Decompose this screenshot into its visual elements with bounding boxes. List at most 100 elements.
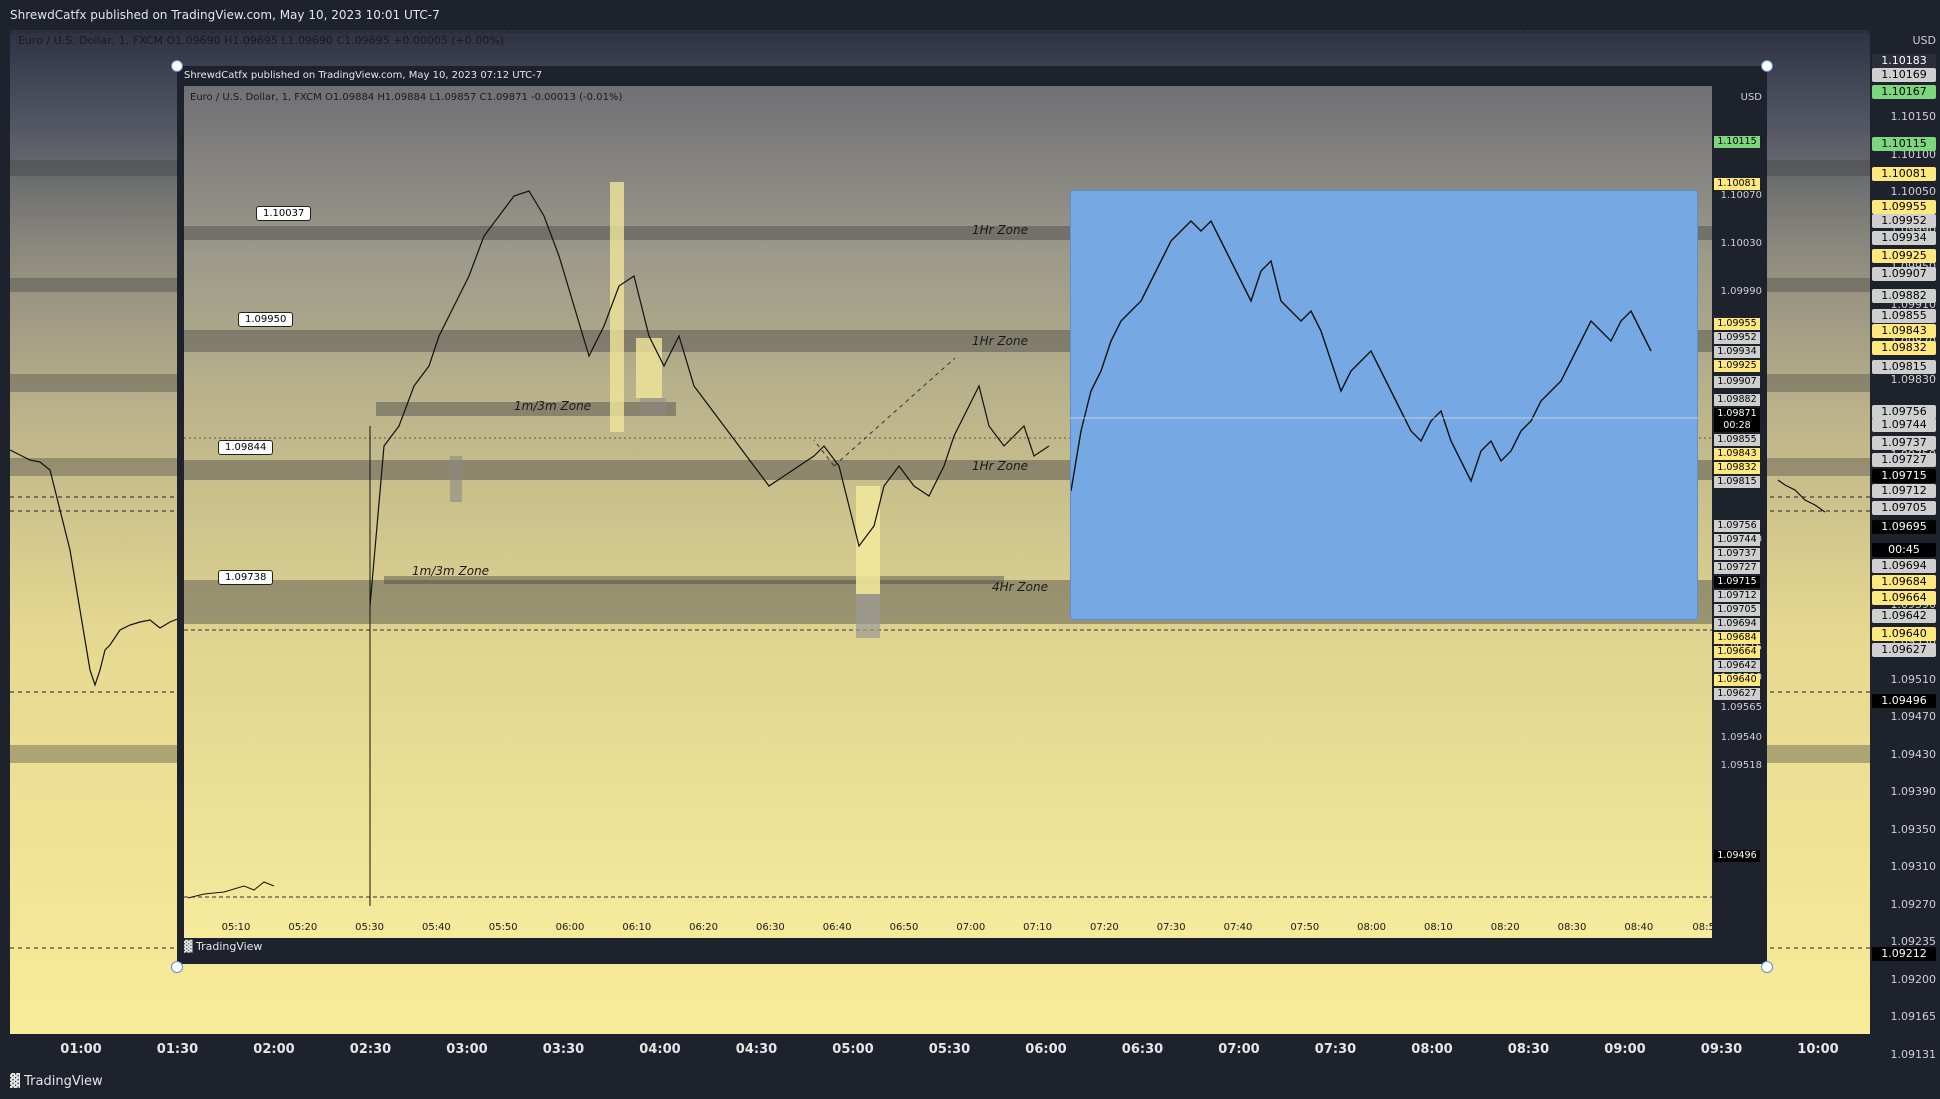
price-tag: 1.09642 <box>1872 609 1936 623</box>
projection-box[interactable] <box>1070 190 1698 620</box>
price-tag: 1.10183 <box>1872 54 1936 68</box>
snapshot-price-axis[interactable]: USD 1.100701.100301.099901.097901.096151… <box>1712 86 1766 938</box>
price-label: 1.09990 <box>1720 286 1762 297</box>
price-label: 1.09830 <box>1890 372 1937 386</box>
price-tag: 1.09212 <box>1872 947 1936 961</box>
price-tag: 1.09756 <box>1872 405 1936 419</box>
time-label: 07:10 <box>1023 922 1053 933</box>
time-label: 08:00 <box>1357 922 1387 933</box>
price-tag: 1.09695 <box>1872 520 1936 534</box>
price-tag: 1.09715 <box>1872 469 1936 483</box>
price-tag: 1.09694 <box>1714 618 1760 630</box>
price-tag: 1.09712 <box>1714 590 1760 602</box>
price-tag: 1.09871 <box>1714 408 1760 420</box>
time-label: 08:20 <box>1490 922 1520 933</box>
price-tag: 1.09496 <box>1714 850 1760 862</box>
time-label: 06:40 <box>822 922 852 933</box>
tv-logo-icon: ▓ <box>184 940 196 953</box>
time-label: 08:30 <box>1557 922 1587 933</box>
time-label: 09:00 <box>1604 1042 1646 1057</box>
price-tag: 1.09664 <box>1872 591 1936 605</box>
time-label: 07:00 <box>1218 1042 1260 1057</box>
price-tag: 1.09815 <box>1872 360 1936 374</box>
price-tag: 1.09705 <box>1714 604 1760 616</box>
price-label: 1.10150 <box>1890 110 1937 123</box>
snapshot-time-axis[interactable]: 05:10 05:20 05:30 05:40 05:50 06:00 06:10 06:20… <box>184 920 1719 938</box>
time-label: 08:5( <box>1692 922 1719 933</box>
time-label: 03:30 <box>542 1042 585 1057</box>
price-tag: 1.09955 <box>1872 200 1936 214</box>
tv-logo-icon: ▓ <box>10 1074 25 1089</box>
price-tag: 1.09955 <box>1714 318 1760 330</box>
time-label: 01:30 <box>156 1042 199 1057</box>
drag-handle[interactable] <box>171 961 183 973</box>
time-label: 05:40 <box>421 922 451 933</box>
price-label: 1.10070 <box>1720 190 1762 201</box>
time-label: 03:00 <box>446 1042 488 1057</box>
price-tag: 00:28 <box>1714 420 1760 432</box>
drag-handle[interactable] <box>171 60 183 72</box>
snapshot-publisher: ShrewdCatfx published on TradingView.com… <box>184 70 543 81</box>
time-label: 06:20 <box>689 922 719 933</box>
outer-price-axis[interactable]: USD 1.101501.101001.100501.099901.099501… <box>1870 30 1940 1061</box>
time-label: 05:30 <box>928 1042 971 1057</box>
price-label: 1.10050 <box>1890 185 1937 198</box>
price-tag: 1.09744 <box>1714 534 1760 546</box>
price-label: 1.09390 <box>1890 785 1937 798</box>
price-label: 1.09165 <box>1890 1010 1937 1023</box>
price-tag: 1.09907 <box>1714 376 1760 388</box>
time-label: 06:30 <box>1121 1042 1164 1057</box>
time-label: 05:20 <box>288 922 318 933</box>
price-tag: 1.10167 <box>1872 85 1936 99</box>
price-label: 1.09510 <box>1890 672 1937 686</box>
price-tag: 1.09843 <box>1714 448 1760 460</box>
price-label: 1.09310 <box>1890 860 1937 873</box>
price-label: 1.10030 <box>1720 238 1762 249</box>
price-tag: 1.09642 <box>1714 660 1760 672</box>
price-tag: 1.10081 <box>1872 167 1936 181</box>
price-tag: 1.09727 <box>1872 453 1936 467</box>
price-tag: 1.09664 <box>1714 646 1760 658</box>
price-tag: 1.09640 <box>1714 674 1760 686</box>
price-tag: 1.09925 <box>1872 249 1936 263</box>
price-tag: 1.09832 <box>1872 341 1936 355</box>
time-label: 05:10 <box>221 922 251 933</box>
snapshot-brand: ▓ TradingView <box>184 940 262 953</box>
price-tag: 1.09744 <box>1872 418 1936 432</box>
price-tag: 1.09684 <box>1872 575 1936 589</box>
time-label: 07:40 <box>1223 922 1253 933</box>
time-label: 08:10 <box>1423 922 1453 933</box>
price-tag: 1.09815 <box>1714 476 1760 488</box>
drag-handle[interactable] <box>1761 60 1773 72</box>
price-tag: 1.09727 <box>1714 562 1760 574</box>
time-label: 08:30 <box>1507 1042 1550 1057</box>
time-label: 01:00 <box>60 1042 102 1057</box>
price-tag: 1.09907 <box>1872 267 1936 281</box>
price-label: 1.09540 <box>1720 732 1762 743</box>
time-label: 02:00 <box>253 1042 295 1057</box>
publisher-text: ShrewdCatfx published on TradingView.com… <box>10 8 440 22</box>
time-label: 06:10 <box>622 922 652 933</box>
brand-text: TradingView <box>24 1074 103 1089</box>
outer-time-axis[interactable]: 01:00 01:30 02:00 02:30 03:00 03:30 04:00 04:30… <box>10 1034 1870 1064</box>
time-label: 07:50 <box>1290 922 1320 933</box>
time-label: 07:20 <box>1089 922 1119 933</box>
time-label: 06:50 <box>889 922 919 933</box>
projection-candles <box>1071 219 1652 492</box>
currency-label: USD <box>1912 34 1936 47</box>
price-tag: 1.09882 <box>1872 289 1936 303</box>
price-tag: 1.10081 <box>1714 178 1760 190</box>
time-label: 05:30 <box>355 922 385 933</box>
price-tag: 1.09640 <box>1872 627 1936 641</box>
price-tag: 1.09952 <box>1714 332 1760 344</box>
time-label: 08:00 <box>1411 1042 1453 1057</box>
drag-handle[interactable] <box>1761 961 1773 973</box>
snapshot-chart-pane[interactable]: 1Hr Zone 1Hr Zone 1m/3m Zone 1Hr Zone 1m… <box>184 86 1712 938</box>
time-label: 05:50 <box>488 922 518 933</box>
time-label: 09:30 <box>1700 1042 1743 1057</box>
price-tag: 1.10115 <box>1714 136 1760 148</box>
time-label: 06:00 <box>1025 1042 1067 1057</box>
price-tag: 1.09925 <box>1714 360 1760 372</box>
price-label: 1.09518 <box>1720 760 1762 771</box>
price-label: 1.09350 <box>1890 822 1937 836</box>
